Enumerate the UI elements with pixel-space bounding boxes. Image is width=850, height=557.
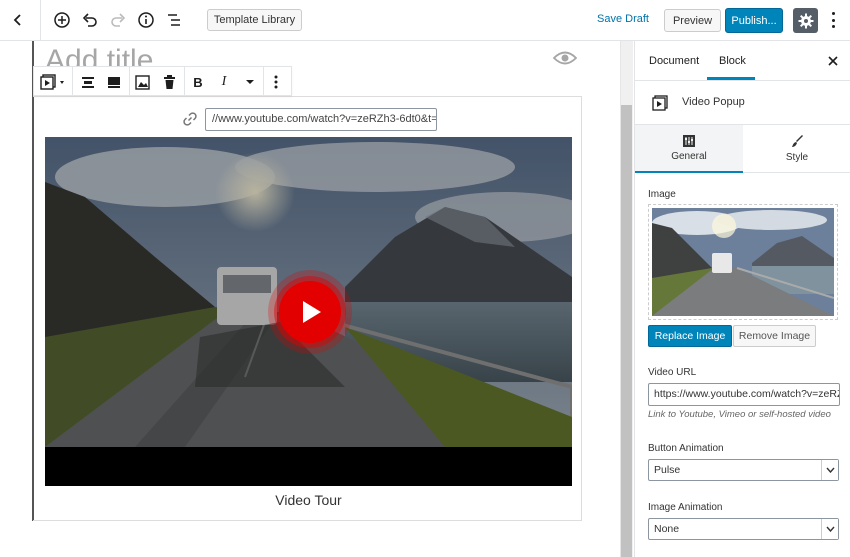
trash-icon[interactable]: [159, 72, 179, 92]
preview-button[interactable]: Preview: [664, 9, 721, 32]
close-icon[interactable]: [828, 55, 838, 69]
play-button-icon[interactable]: [268, 270, 352, 354]
toolbar-divider: [72, 67, 73, 95]
bold-icon[interactable]: B: [188, 72, 208, 92]
block-more-options-icon[interactable]: [266, 72, 286, 92]
settings-gear-button[interactable]: [793, 8, 818, 33]
block-navigation-icon[interactable]: [162, 8, 186, 32]
replace-image-button[interactable]: Replace Image: [648, 325, 732, 347]
inspector-tabs: General Style: [635, 125, 850, 173]
sliders-icon: [683, 134, 695, 147]
image-preview[interactable]: [648, 204, 838, 320]
redo-icon[interactable]: [106, 8, 130, 32]
chevron-down-icon: [821, 460, 838, 480]
align-full-icon[interactable]: [104, 72, 124, 92]
tab-general-label: General: [671, 150, 707, 162]
video-preview[interactable]: [45, 137, 572, 486]
video-block-icon: [40, 74, 64, 90]
toolbar-divider: [263, 67, 264, 95]
info-icon[interactable]: [134, 8, 158, 32]
more-options-icon[interactable]: [826, 10, 840, 30]
button-animation-select[interactable]: Pulse: [648, 459, 839, 481]
add-block-icon[interactable]: [50, 8, 74, 32]
undo-icon[interactable]: [78, 8, 102, 32]
editor-scrollbar-thumb[interactable]: [621, 105, 632, 557]
template-library-button[interactable]: Template Library: [207, 9, 302, 31]
back-chevron-icon[interactable]: [6, 8, 30, 32]
tab-document[interactable]: Document: [649, 55, 699, 67]
video-url-input[interactable]: //www.youtube.com/watch?v=zeRZh3-6dt0&t=…: [205, 108, 437, 131]
block-type-switcher[interactable]: [39, 72, 67, 92]
editor-header: Template Library Save Draft Preview Publ…: [0, 0, 850, 41]
button-animation-value: Pulse: [654, 464, 681, 476]
image-animation-value: None: [654, 523, 680, 535]
active-tab-indicator: [707, 77, 755, 80]
block-toolbar: B I: [33, 66, 292, 96]
tab-general[interactable]: General: [635, 125, 743, 173]
sidebar-tabs: Document Block: [635, 41, 850, 81]
button-animation-label: Button Animation: [648, 443, 724, 454]
publish-button[interactable]: Publish...: [725, 8, 783, 33]
align-wide-icon[interactable]: [78, 72, 98, 92]
video-url-label: Video URL: [648, 367, 697, 378]
tab-style[interactable]: Style: [743, 125, 850, 173]
replace-image-icon[interactable]: [132, 72, 152, 92]
eye-icon[interactable]: [552, 50, 578, 69]
image-label: Image: [648, 189, 676, 200]
video-block-icon: [652, 95, 668, 114]
sidebar-video-url-input[interactable]: https://www.youtube.com/watch?v=zeRZ: [648, 383, 840, 406]
remove-image-button[interactable]: Remove Image: [733, 325, 816, 347]
paintbrush-icon: [791, 135, 803, 147]
video-url-help-text: Link to Youtube, Vimeo or self-hosted vi…: [648, 409, 831, 420]
header-divider: [40, 0, 41, 41]
link-icon: [182, 111, 198, 130]
more-formats-chevron-icon[interactable]: [240, 72, 260, 92]
editor-canvas: Add title B I //www.youtube.com/watch?v=…: [0, 41, 633, 557]
gear-icon: [798, 13, 813, 28]
image-thumbnail: [652, 208, 834, 316]
italic-icon[interactable]: I: [214, 72, 234, 92]
chevron-down-icon: [821, 519, 838, 539]
image-animation-select[interactable]: None: [648, 518, 839, 540]
settings-sidebar: Document Block Video Popup General Style…: [634, 41, 850, 557]
block-card: Video Popup: [635, 81, 850, 125]
toolbar-divider: [184, 67, 185, 95]
video-caption[interactable]: Video Tour: [45, 492, 572, 508]
tab-style-label: Style: [785, 152, 809, 163]
tab-block[interactable]: Block: [719, 55, 746, 67]
image-animation-label: Image Animation: [648, 502, 723, 513]
toolbar-divider: [129, 67, 130, 95]
block-card-title: Video Popup: [682, 96, 745, 108]
save-draft-button[interactable]: Save Draft: [597, 13, 649, 25]
